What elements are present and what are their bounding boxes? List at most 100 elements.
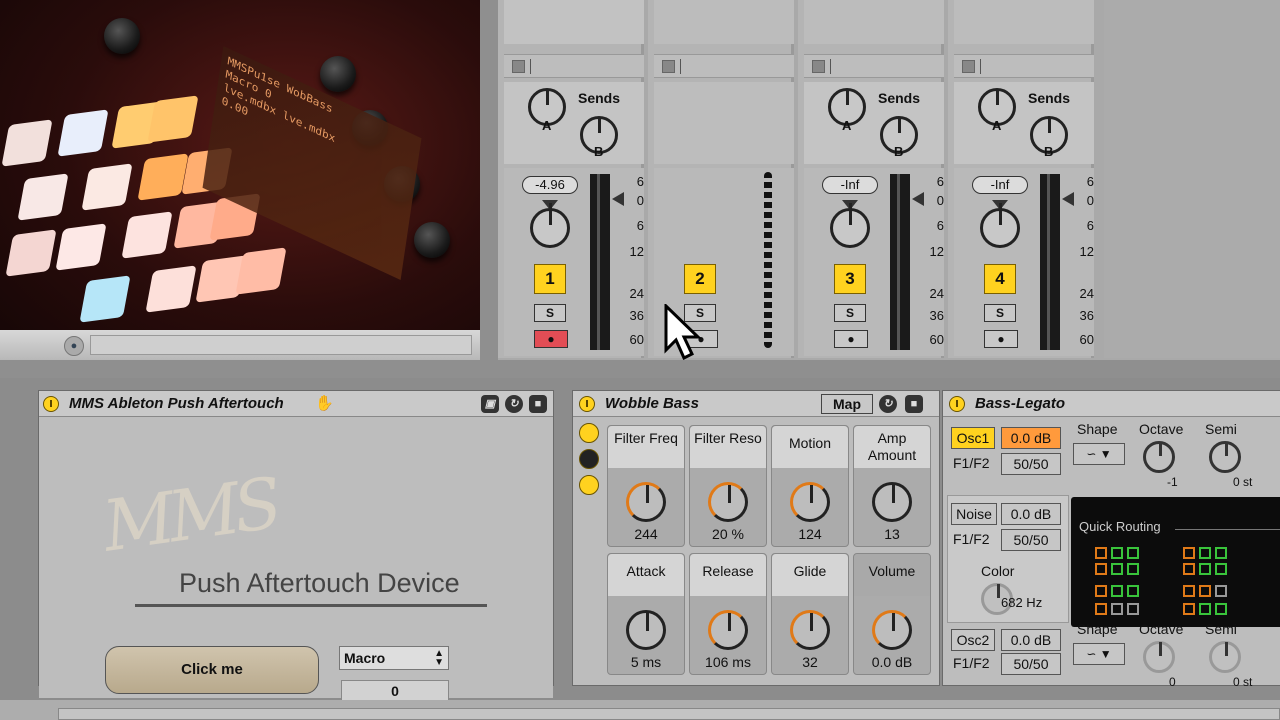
routing-cell[interactable] bbox=[1111, 563, 1123, 575]
macro-select[interactable]: Macro ▲ ▼ bbox=[339, 646, 449, 670]
macro-knob[interactable] bbox=[790, 482, 830, 522]
osc1-filter-mix[interactable]: 50/50 bbox=[1001, 453, 1061, 475]
browser-bar[interactable] bbox=[90, 335, 472, 355]
routing-cell[interactable] bbox=[1215, 603, 1227, 615]
osc2-shape-select[interactable]: ∽ ▼ bbox=[1073, 643, 1125, 665]
save-icon[interactable]: ■ bbox=[529, 395, 547, 413]
osc1-toggle[interactable]: Osc1 bbox=[951, 427, 995, 449]
macro-knob[interactable] bbox=[626, 610, 666, 650]
macro-knob[interactable] bbox=[708, 610, 748, 650]
arm-button[interactable]: ● bbox=[984, 330, 1018, 348]
noise-filter-mix[interactable]: 50/50 bbox=[1001, 529, 1061, 551]
show-devices-icon[interactable] bbox=[579, 475, 599, 495]
macro-filter-reso[interactable]: Filter Reso 20 % bbox=[689, 425, 767, 547]
osc1-semi-knob[interactable] bbox=[1209, 441, 1241, 473]
routing-cell[interactable] bbox=[1095, 585, 1107, 597]
osc1-level[interactable]: 0.0 dB bbox=[1001, 427, 1061, 449]
routing-cell[interactable] bbox=[1111, 547, 1123, 559]
osc1-shape-select[interactable]: ∽ ▼ bbox=[1073, 443, 1125, 465]
macro-knob[interactable] bbox=[626, 482, 666, 522]
osc2-octave-knob[interactable] bbox=[1143, 641, 1175, 673]
routing-cell[interactable] bbox=[1215, 585, 1227, 597]
osc1-octave-knob[interactable] bbox=[1143, 441, 1175, 473]
routing-cell[interactable] bbox=[1111, 603, 1123, 615]
osc2-toggle[interactable]: Osc2 bbox=[951, 629, 995, 651]
pan-knob[interactable] bbox=[980, 203, 1020, 248]
macro-volume[interactable]: Volume 0.0 dB bbox=[853, 553, 931, 675]
macro-amp-amount[interactable]: Amp Amount 13 bbox=[853, 425, 931, 547]
osc2-semi-knob[interactable] bbox=[1209, 641, 1241, 673]
arm-button[interactable]: ● bbox=[834, 330, 868, 348]
routing-cell[interactable] bbox=[1199, 585, 1211, 597]
hotswap-icon[interactable]: ● bbox=[64, 336, 84, 356]
macro-number-box[interactable]: 0 bbox=[341, 680, 449, 702]
stop-clip-button[interactable] bbox=[512, 60, 525, 73]
noise-level[interactable]: 0.0 dB bbox=[1001, 503, 1061, 525]
stop-clip-button[interactable] bbox=[962, 60, 975, 73]
routing-cell[interactable] bbox=[1127, 603, 1139, 615]
clip-slot[interactable] bbox=[804, 0, 944, 44]
macro-glide[interactable]: Glide 32 bbox=[771, 553, 849, 675]
routing-cell[interactable] bbox=[1199, 547, 1211, 559]
noise-toggle[interactable]: Noise bbox=[951, 503, 997, 525]
arm-button[interactable]: ● bbox=[534, 330, 568, 348]
show-macros-icon[interactable] bbox=[579, 423, 599, 443]
macro-attack[interactable]: Attack 5 ms bbox=[607, 553, 685, 675]
volume-field[interactable]: -Inf bbox=[972, 176, 1028, 194]
save-icon[interactable]: ■ bbox=[905, 395, 923, 413]
volume-field[interactable]: -Inf bbox=[822, 176, 878, 194]
routing-cell[interactable] bbox=[1127, 547, 1139, 559]
track-activator-button[interactable]: 4 bbox=[984, 264, 1016, 294]
macro-knob[interactable] bbox=[790, 610, 830, 650]
solo-button[interactable]: S bbox=[984, 304, 1016, 322]
routing-cell[interactable] bbox=[1095, 563, 1107, 575]
clip-slot[interactable] bbox=[504, 0, 644, 44]
routing-cell[interactable] bbox=[1183, 585, 1195, 597]
routing-cell[interactable] bbox=[1215, 547, 1227, 559]
osc2-filter-mix[interactable]: 50/50 bbox=[1001, 653, 1061, 675]
macro-release[interactable]: Release 106 ms bbox=[689, 553, 767, 675]
macro-filter-freq[interactable]: Filter Freq 244 bbox=[607, 425, 685, 547]
solo-button[interactable]: S bbox=[834, 304, 866, 322]
routing-cell[interactable] bbox=[1199, 563, 1211, 575]
hot-swap-icon[interactable]: ↻ bbox=[879, 395, 897, 413]
routing-cell[interactable] bbox=[1095, 603, 1107, 615]
routing-cell[interactable] bbox=[1215, 563, 1227, 575]
level-meter[interactable] bbox=[590, 174, 610, 350]
routing-cell[interactable] bbox=[1183, 603, 1195, 615]
device-power-button[interactable] bbox=[579, 396, 595, 412]
pan-knob[interactable] bbox=[830, 203, 870, 248]
macro-knob[interactable] bbox=[708, 482, 748, 522]
clip-slot[interactable] bbox=[954, 0, 1094, 44]
clip-slot[interactable] bbox=[654, 0, 794, 44]
device-power-button[interactable] bbox=[949, 396, 965, 412]
track-activator-button[interactable]: 1 bbox=[534, 264, 566, 294]
pan-knob[interactable] bbox=[530, 203, 570, 248]
track-activator-button[interactable]: 3 bbox=[834, 264, 866, 294]
volume-field[interactable]: -4.96 bbox=[522, 176, 578, 194]
osc2-level[interactable]: 0.0 dB bbox=[1001, 629, 1061, 651]
device-title-bar[interactable]: MMS Ableton Push Aftertouch ✋ ▣ ↻ ■ bbox=[39, 391, 553, 417]
macro-motion[interactable]: Motion 124 bbox=[771, 425, 849, 547]
level-meter[interactable] bbox=[1040, 174, 1060, 350]
track-activator-button[interactable]: 2 bbox=[684, 264, 716, 294]
quick-routing-panel[interactable]: Quick Routing bbox=[1071, 497, 1280, 627]
macro-knob[interactable] bbox=[872, 610, 912, 650]
device-title-bar[interactable]: Bass-Legato bbox=[943, 391, 1280, 417]
routing-cell[interactable] bbox=[1183, 563, 1195, 575]
level-meter[interactable] bbox=[890, 174, 910, 350]
save-preset-icon[interactable]: ▣ bbox=[481, 395, 499, 413]
solo-button[interactable]: S bbox=[534, 304, 566, 322]
routing-cell[interactable] bbox=[1111, 585, 1123, 597]
map-button[interactable]: Map bbox=[821, 394, 873, 414]
stop-clip-button[interactable] bbox=[662, 60, 675, 73]
routing-cell[interactable] bbox=[1127, 585, 1139, 597]
routing-cell[interactable] bbox=[1127, 563, 1139, 575]
show-chain-list-icon[interactable] bbox=[579, 449, 599, 469]
routing-cell[interactable] bbox=[1199, 603, 1211, 615]
device-power-button[interactable] bbox=[43, 396, 59, 412]
device-title-bar[interactable]: Wobble Bass Map ↻ ■ bbox=[573, 391, 939, 417]
macro-knob[interactable] bbox=[872, 482, 912, 522]
hot-swap-icon[interactable]: ↻ bbox=[505, 395, 523, 413]
routing-cell[interactable] bbox=[1095, 547, 1107, 559]
